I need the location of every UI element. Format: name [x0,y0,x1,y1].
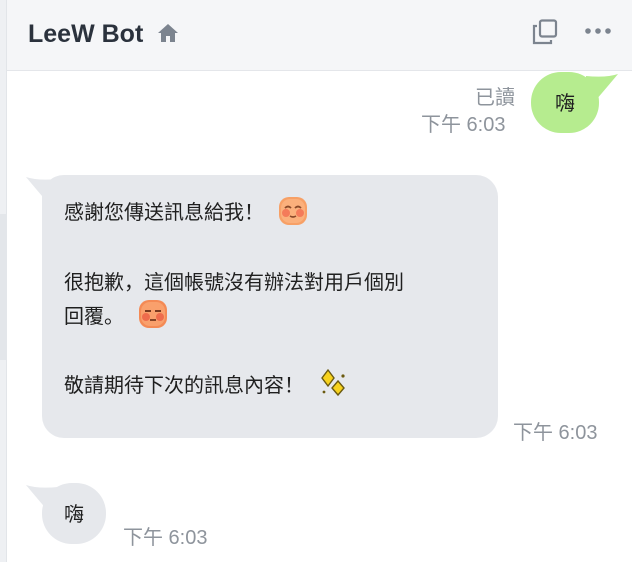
blushing-face-emoji [279,196,308,225]
read-receipt: 已讀 [475,87,515,109]
received-message-text: 嗨 [64,501,84,526]
received-message-time: 下午 6:03 [513,422,598,444]
sparkle-diamond-emoji [321,368,346,396]
home-icon [158,24,178,42]
copy-icon[interactable] [532,19,558,45]
received-message-time: 下午 6:03 [123,527,208,549]
chat-title: LeeW Bot [28,20,144,48]
left-panel-edge [0,0,7,562]
sleepy-face-emoji [139,300,168,328]
received-message-bubble[interactable]: 嗨 [42,483,106,544]
sent-message-bubble[interactable]: 嗨 [531,72,599,133]
message-line: 很抱歉，這個帳號沒有辦法對用戶個別 [64,265,476,299]
message-line: 回覆。 [64,299,476,335]
sent-message-time: 下午 6:03 [421,114,506,136]
more-horizontal-icon[interactable] [584,25,612,37]
message-line-text: 敬請期待下次的訊息內容！ [64,373,304,397]
received-message-bubble[interactable]: 感謝您傳送訊息給我！ 很抱歉，這個帳號沒有辦法對用戶個別 回覆。 敬請期待下次的… [42,175,498,438]
message-line-text: 感謝您傳送訊息給我！ [64,200,264,224]
message-line: 敬請期待下次的訊息內容！ [64,368,476,404]
message-line: 感謝您傳送訊息給我！ [64,195,476,231]
sent-message-text: 嗨 [555,90,575,115]
chat-header: LeeW Bot [0,0,632,71]
message-line-text: 回覆。 [64,303,124,328]
message-line-text: 很抱歉，這個帳號沒有辦法對用戶個別 [64,269,404,294]
